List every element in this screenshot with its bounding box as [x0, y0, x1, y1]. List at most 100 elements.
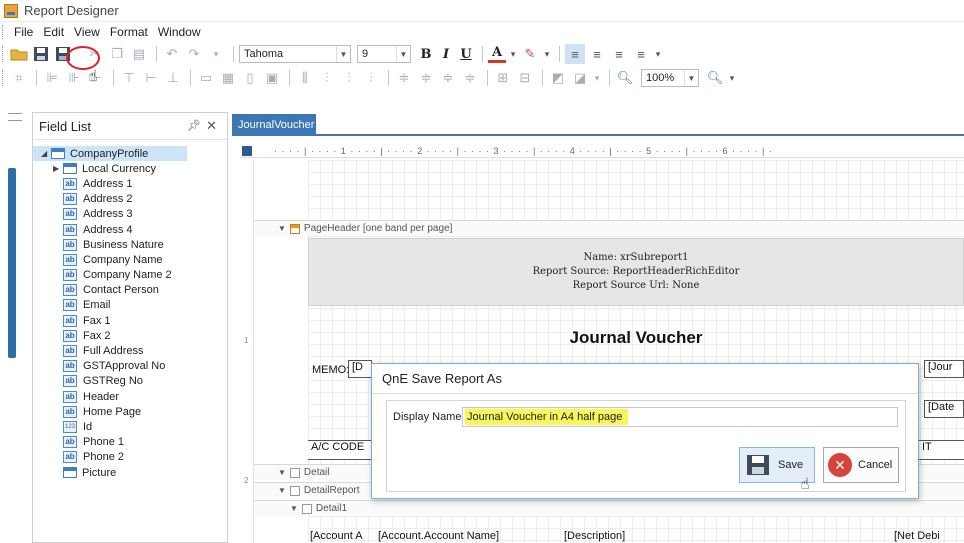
menu-file[interactable]: File: [9, 25, 38, 39]
close-tab-icon[interactable]: ✕: [322, 118, 332, 132]
copy-icon[interactable]: ❐: [107, 44, 127, 64]
size-to-grid-icon[interactable]: ▦: [218, 68, 238, 88]
v-spacing-equal-icon[interactable]: ≑: [394, 68, 414, 88]
h-spacing-decrease-icon[interactable]: ⫶: [339, 68, 359, 88]
underline-icon[interactable]: U: [457, 47, 475, 62]
close-icon[interactable]: ✕: [206, 118, 217, 134]
menu-format[interactable]: Format: [105, 25, 153, 39]
field-list-item[interactable]: ab Fax 2: [33, 328, 227, 343]
center-vertically-icon[interactable]: ⊟: [515, 68, 535, 88]
field-list-item[interactable]: ab Business Nature: [33, 237, 227, 252]
detail-field[interactable]: [Account.Account Name]: [378, 530, 499, 542]
band-detail1[interactable]: ▼ Detail1: [254, 500, 964, 516]
bold-icon[interactable]: B: [417, 47, 435, 62]
align-right-icon[interactable]: ≡: [609, 44, 629, 64]
align-bottoms-icon[interactable]: ⊥: [163, 68, 183, 88]
align-tops-icon[interactable]: ⊤: [119, 68, 139, 88]
journal-field[interactable]: [Jour: [924, 360, 964, 378]
menu-view[interactable]: View: [69, 25, 105, 39]
expand-arrow-icon[interactable]: ◢: [41, 149, 51, 158]
detail-field[interactable]: [Net Debi: [894, 530, 940, 542]
field-list-item[interactable]: ab Email: [33, 298, 227, 313]
align-centers-icon[interactable]: ⊪: [64, 68, 84, 88]
field-list-item[interactable]: ab Fax 1: [33, 313, 227, 328]
italic-icon[interactable]: I: [437, 47, 455, 62]
font-size-select[interactable]: 9 ▼: [357, 45, 411, 63]
align-left-icon[interactable]: ≡: [565, 44, 585, 64]
same-size-icon[interactable]: ▣: [262, 68, 282, 88]
memo-field[interactable]: [D: [348, 360, 372, 378]
field-list-item[interactable]: ab GSTApproval No: [33, 359, 227, 374]
detail-field[interactable]: [Description]: [564, 530, 625, 542]
justify-icon[interactable]: ≡: [631, 44, 651, 64]
report-title[interactable]: Journal Voucher: [308, 328, 964, 348]
field-list-item[interactable]: ab Contact Person: [33, 283, 227, 298]
collapse-band-icon[interactable]: ▼: [278, 468, 286, 477]
align-middles-icon[interactable]: ⊢: [141, 68, 161, 88]
field-list-item[interactable]: ab GSTReg No: [33, 374, 227, 389]
field-list-item[interactable]: ab Header: [33, 389, 227, 404]
paste-icon[interactable]: ▤: [129, 44, 149, 64]
date-field[interactable]: [Date: [924, 400, 964, 418]
zoom-dropdown-icon[interactable]: ▾: [727, 68, 737, 88]
dock-menu-icon[interactable]: [8, 113, 22, 121]
send-to-back-icon[interactable]: ◪: [570, 68, 590, 88]
undo-icon[interactable]: ↶: [162, 44, 182, 64]
ruler-corner-icon[interactable]: [242, 146, 252, 156]
redo-icon[interactable]: ↷: [184, 44, 204, 64]
collapse-band-icon[interactable]: ▼: [290, 504, 298, 513]
font-color-dropdown-icon[interactable]: ▾: [508, 44, 518, 64]
cancel-button[interactable]: ✕ Cancel: [823, 447, 899, 483]
center-horizontally-icon[interactable]: ⊞: [493, 68, 513, 88]
collapse-band-icon[interactable]: ▼: [278, 486, 286, 495]
highlight-color-icon[interactable]: ✎: [520, 44, 540, 64]
field-list-item[interactable]: ab Home Page: [33, 404, 227, 419]
collapse-band-icon[interactable]: ▼: [278, 224, 286, 233]
pin-icon[interactable]: 📌︎: [187, 119, 201, 132]
field-list-item[interactable]: ab Company Name 2: [33, 268, 227, 283]
h-spacing-remove-icon[interactable]: ⫶: [361, 68, 381, 88]
zoom-out-icon[interactable]: 🔍︎: [615, 68, 635, 88]
field-list-item[interactable]: 123 Id: [33, 419, 227, 434]
tree-node-local-currency[interactable]: ▶ Local Currency: [33, 161, 227, 176]
display-name-input[interactable]: Journal Voucher in A4 half page: [462, 407, 898, 427]
h-spacing-equal-icon[interactable]: ⫼: [295, 68, 315, 88]
field-list-item[interactable]: ab Address 3: [33, 207, 227, 222]
tab-journalvoucher[interactable]: JournalVoucher ✕: [232, 114, 333, 136]
field-list-item[interactable]: ab Phone 2: [33, 450, 227, 465]
v-spacing-increase-icon[interactable]: ≑: [416, 68, 436, 88]
justify-dropdown-icon[interactable]: ▾: [653, 44, 663, 64]
field-list-item[interactable]: ab Address 1: [33, 176, 227, 191]
highlight-dropdown-icon[interactable]: ▾: [542, 44, 552, 64]
field-list-item[interactable]: ab Full Address: [33, 343, 227, 358]
field-list-item[interactable]: Picture: [33, 465, 227, 480]
order-dropdown-icon[interactable]: ▾: [592, 68, 602, 88]
zoom-select[interactable]: 100% ▼: [641, 69, 699, 87]
field-list-item[interactable]: ab Address 2: [33, 192, 227, 207]
menu-window[interactable]: Window: [153, 25, 206, 39]
memo-label[interactable]: MEMO:: [312, 364, 349, 376]
same-width-icon[interactable]: ▭: [196, 68, 216, 88]
align-to-grid-icon[interactable]: ⌗: [9, 68, 29, 88]
h-spacing-increase-icon[interactable]: ⫶: [317, 68, 337, 88]
zoom-in-icon[interactable]: 🔍︎: [705, 68, 725, 88]
redo-dropdown-icon[interactable]: ▾: [206, 44, 226, 64]
bring-to-front-icon[interactable]: ◩: [548, 68, 568, 88]
same-height-icon[interactable]: ▯: [240, 68, 260, 88]
align-lefts-icon[interactable]: ⊫: [42, 68, 62, 88]
font-color-icon[interactable]: A: [488, 45, 506, 63]
font-name-select[interactable]: Tahoma ▼: [239, 45, 351, 63]
field-list-item[interactable]: ab Phone 1: [33, 435, 227, 450]
menu-edit[interactable]: Edit: [38, 25, 69, 39]
collapse-arrow-icon[interactable]: ▶: [53, 164, 63, 173]
dock-tab[interactable]: [8, 168, 16, 358]
tree-node-companyprofile[interactable]: ◢ CompanyProfile: [33, 146, 187, 162]
subreport-box[interactable]: Name: xrSubreport1 Report Source: Report…: [308, 238, 964, 306]
v-spacing-remove-icon[interactable]: ≑: [460, 68, 480, 88]
detail-field[interactable]: [Account A: [310, 530, 363, 542]
field-list-item[interactable]: ab Company Name: [33, 252, 227, 267]
open-folder-icon[interactable]: [9, 44, 29, 64]
band-pageheader[interactable]: ▼ PageHeader [one band per page]: [254, 220, 964, 236]
debit-header[interactable]: IT: [918, 440, 964, 460]
save-icon[interactable]: [31, 44, 51, 64]
